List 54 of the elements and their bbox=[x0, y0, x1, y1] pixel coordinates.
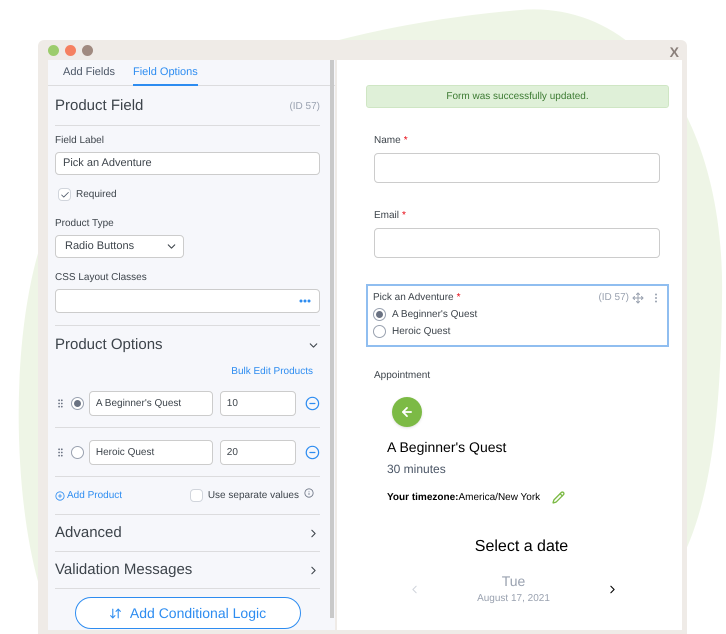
section-title[interactable]: Product Options bbox=[55, 334, 163, 356]
field-id: (ID 57) bbox=[598, 291, 629, 305]
input-field[interactable]: A Beginner's Quest bbox=[88, 390, 213, 416]
tab[interactable]: Add Fields bbox=[63, 60, 115, 86]
field-label: Field Label bbox=[55, 134, 105, 148]
field-label: Product Type bbox=[55, 217, 115, 231]
required-mark: * bbox=[404, 134, 408, 148]
input-field[interactable]: 10 bbox=[220, 390, 296, 416]
input-field[interactable]: Pick an Adventure bbox=[55, 152, 320, 175]
input-field[interactable] bbox=[55, 289, 320, 313]
timezone-text: Your timezone:America/New York bbox=[387, 491, 540, 505]
radio-button[interactable] bbox=[70, 396, 84, 410]
input-field[interactable]: 20 bbox=[220, 440, 296, 464]
selected-field-card[interactable]: Pick an Adventure * (ID 57) A Beginner's Quest Heroic Quest bbox=[366, 284, 669, 347]
checkbox[interactable] bbox=[58, 188, 71, 201]
field-id: (ID 57) bbox=[289, 100, 320, 114]
service-title: A Beginner's Quest bbox=[387, 438, 508, 457]
field-label: CSS Layout Classes bbox=[55, 271, 148, 285]
checkbox-label: Use separate values bbox=[208, 489, 299, 503]
section-title[interactable]: Advanced bbox=[55, 522, 122, 544]
field-label: Pick an Adventure bbox=[373, 291, 454, 305]
remove-icon[interactable] bbox=[305, 444, 320, 460]
select-dropdown[interactable]: Radio Buttons bbox=[55, 235, 184, 258]
more-icon[interactable] bbox=[299, 299, 311, 303]
input-field[interactable] bbox=[374, 153, 660, 183]
check-icon bbox=[60, 190, 70, 200]
arrows-icon bbox=[108, 606, 122, 620]
section-title[interactable]: Validation Messages bbox=[55, 558, 192, 582]
radio-button[interactable] bbox=[70, 446, 84, 458]
back-button[interactable] bbox=[392, 397, 422, 427]
remove-icon[interactable] bbox=[305, 396, 320, 410]
success-notice: Form was successfully updated. bbox=[366, 85, 669, 108]
required-mark: * bbox=[402, 209, 406, 223]
field-label: Appointment bbox=[374, 369, 432, 383]
edit-icon[interactable] bbox=[552, 491, 566, 504]
info-icon[interactable] bbox=[304, 488, 314, 498]
day-label: Tue bbox=[502, 573, 526, 590]
panel-title: Product Field bbox=[55, 96, 144, 116]
radio-button[interactable] bbox=[373, 325, 386, 338]
field-label: Email bbox=[374, 209, 400, 223]
plus-icon bbox=[55, 490, 65, 500]
option-label: A Beginner's Quest bbox=[392, 308, 478, 322]
input-field[interactable]: Heroic Quest bbox=[88, 440, 213, 464]
service-duration: 30 minutes bbox=[387, 461, 447, 478]
radio-button[interactable] bbox=[373, 308, 386, 321]
option-label: Heroic Quest bbox=[392, 325, 450, 339]
checkbox[interactable] bbox=[190, 489, 203, 502]
date-label: August 17, 2021 bbox=[477, 592, 550, 606]
required-mark: * bbox=[456, 291, 461, 305]
date-heading: Select a date bbox=[474, 537, 570, 557]
input-field[interactable] bbox=[374, 228, 660, 258]
checkbox-label: Required bbox=[76, 188, 117, 202]
field-label: Name bbox=[374, 134, 401, 148]
move-icon[interactable] bbox=[632, 292, 644, 304]
